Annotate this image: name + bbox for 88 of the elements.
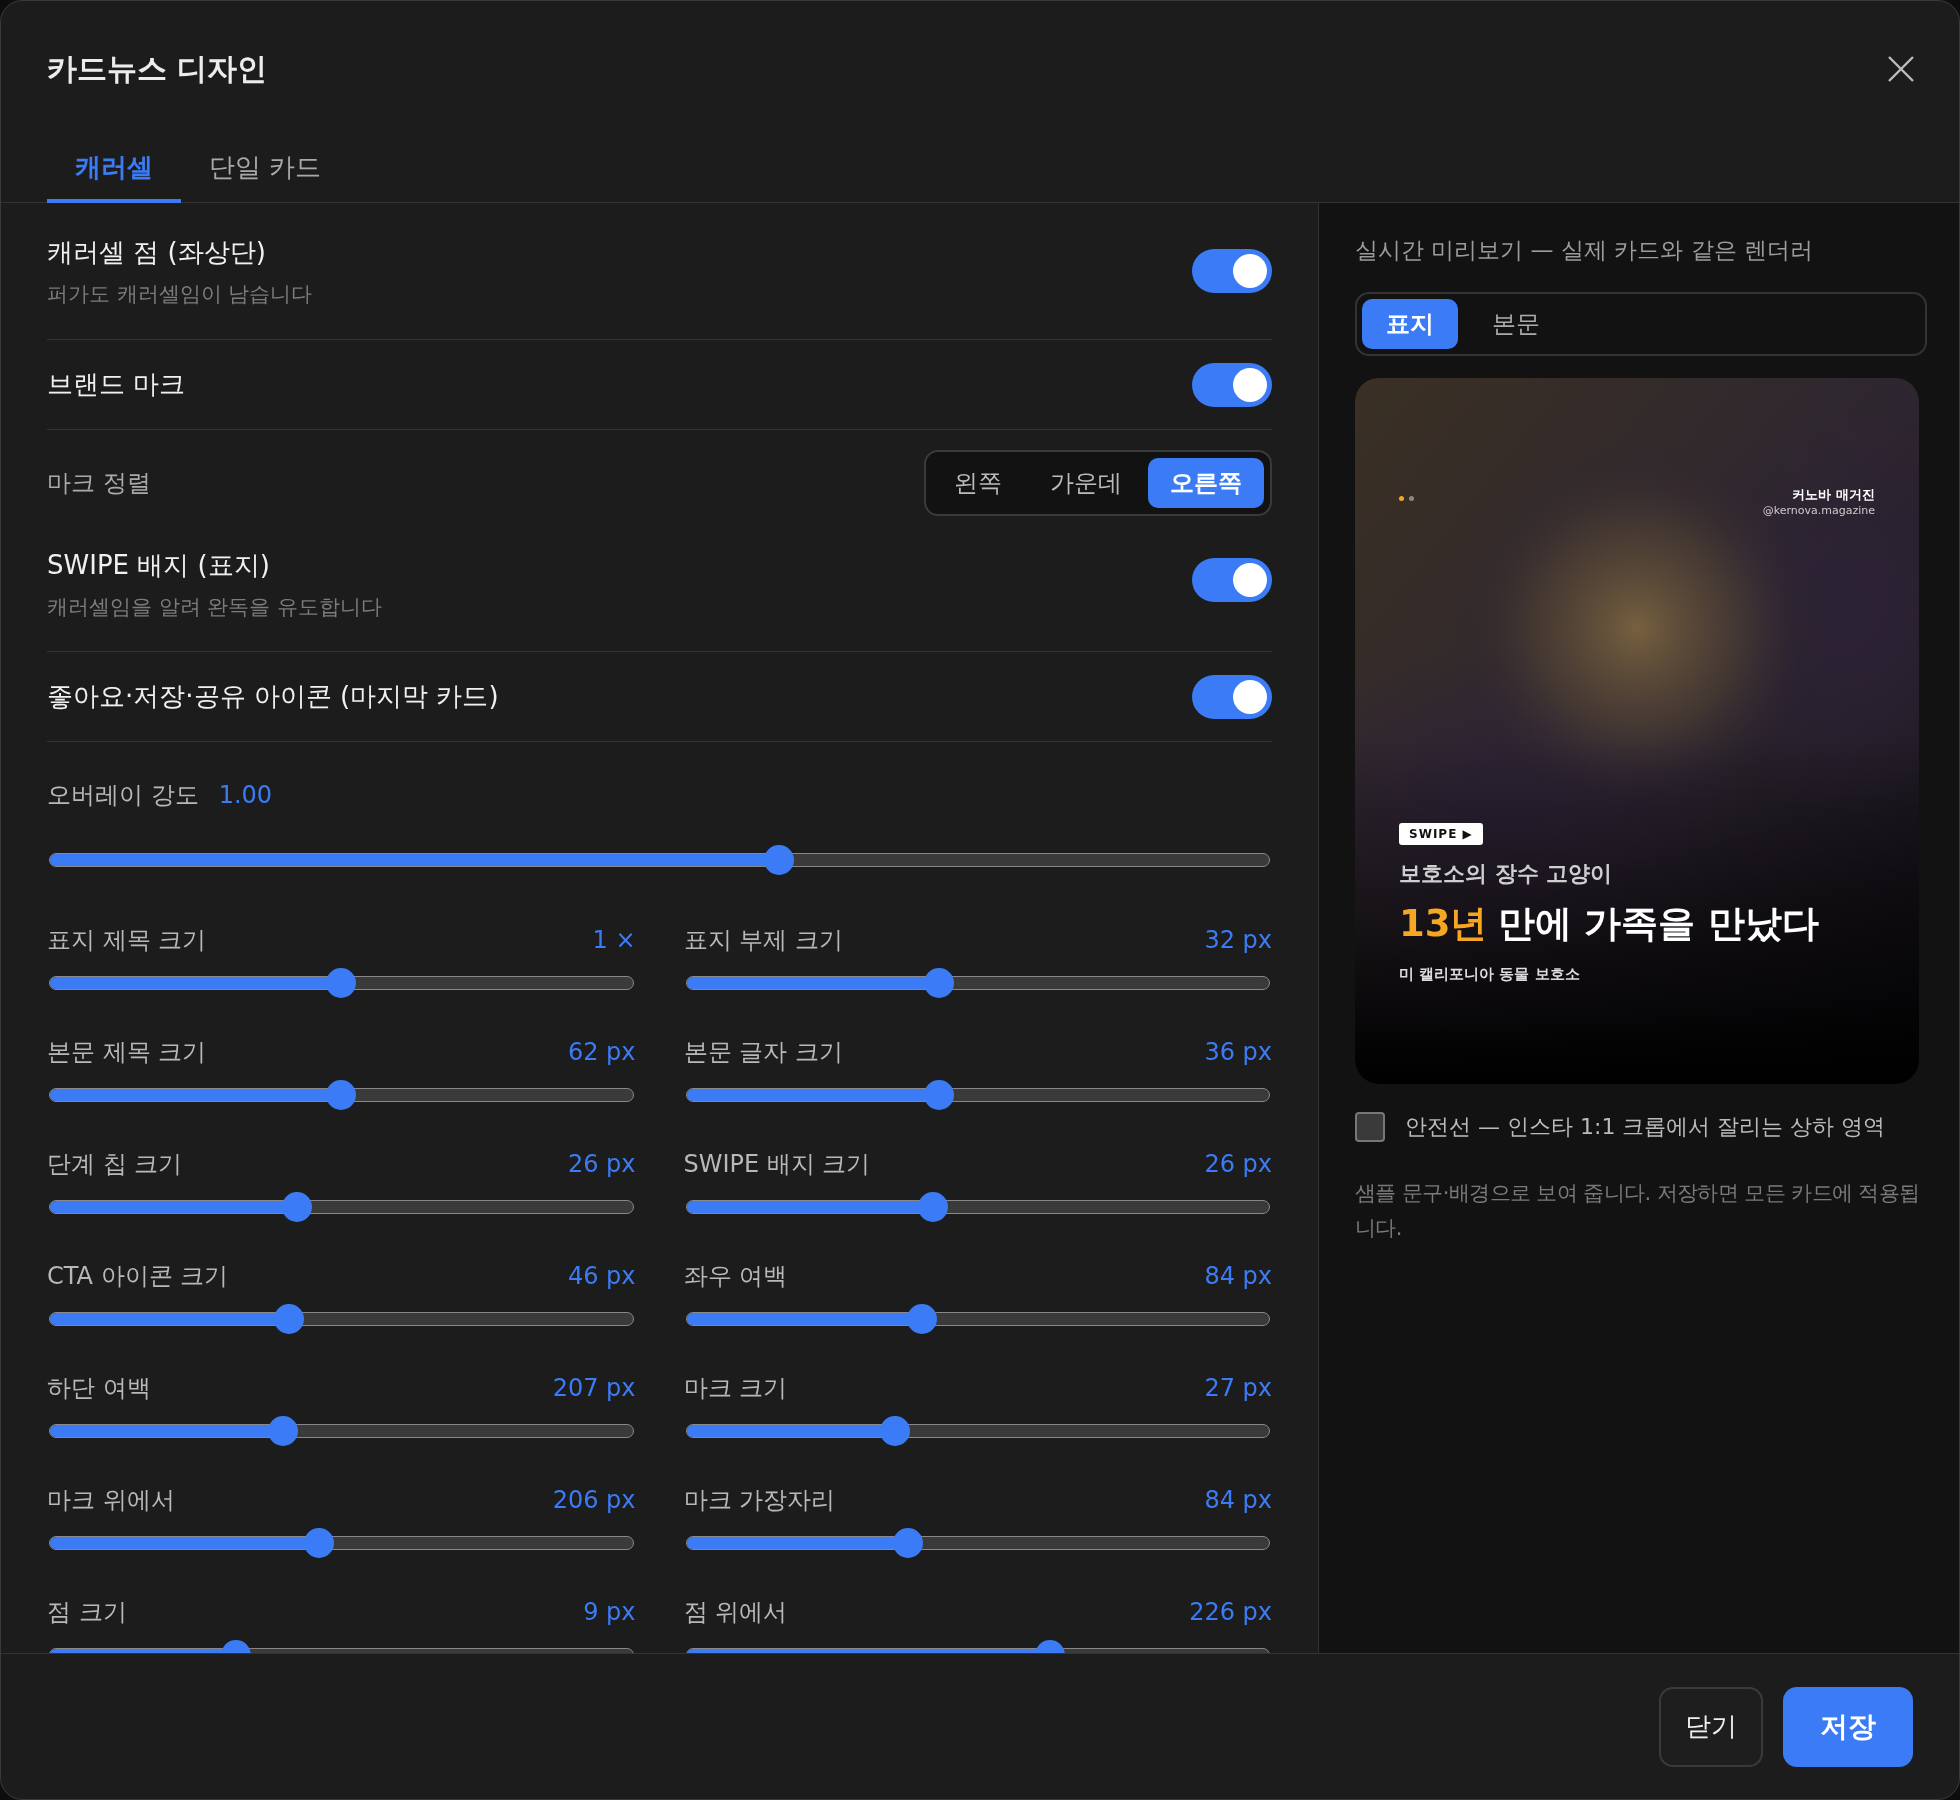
slider-value: 206 px: [552, 1485, 636, 1515]
segment-option[interactable]: 가운데: [1028, 458, 1144, 508]
toggle-switch[interactable]: [1192, 558, 1272, 602]
slider-label: 표지 부제 크기: [683, 925, 843, 955]
slider-value: 27 px: [1204, 1373, 1272, 1403]
slider[interactable]: [49, 1080, 634, 1110]
toggle-switch[interactable]: [1192, 249, 1272, 293]
slider-thumb[interactable]: [763, 845, 794, 875]
slider-label: 좌우 여백: [683, 1261, 788, 1291]
slider-value: 46 px: [567, 1261, 636, 1291]
slider[interactable]: [685, 1192, 1270, 1222]
preview-tab[interactable]: 표지: [1362, 299, 1458, 349]
setting-label: 브랜드 마크: [47, 368, 186, 401]
slider-value: 9 px: [583, 1597, 636, 1627]
slider[interactable]: [49, 845, 1270, 875]
slider-label: 단계 칩 크기: [47, 1149, 183, 1179]
slider-label: 오버레이 강도: [47, 780, 199, 810]
slider-thumb[interactable]: [893, 1528, 924, 1558]
toggle-switch[interactable]: [1192, 674, 1272, 719]
dialog-title: 카드뉴스 디자인: [47, 49, 268, 88]
slider[interactable]: [685, 1304, 1270, 1334]
setting-label: SWIPE 배지 (표지): [47, 549, 271, 582]
swipe-badge: SWIPE ▶: [1399, 823, 1483, 845]
tab[interactable]: 캐러셀: [47, 135, 181, 203]
slider[interactable]: [49, 1192, 634, 1222]
slider[interactable]: [49, 968, 634, 998]
slider[interactable]: [49, 1528, 634, 1558]
card-headline: 13년 만에 가족을 만났다: [1399, 901, 1821, 947]
setting-description: 캐러셀임을 알려 완독을 유도합니다: [47, 594, 383, 621]
brand-name: 커노바 매거진: [1791, 486, 1875, 504]
tab[interactable]: 단일 카드: [181, 135, 350, 203]
slider-value: 207 px: [552, 1373, 636, 1403]
slider[interactable]: [49, 1304, 634, 1334]
card-source: 미 캘리포니아 동물 보호소: [1399, 965, 1581, 984]
slider-label: SWIPE 배지 크기: [683, 1149, 871, 1179]
slider-label: 점 크기: [47, 1597, 127, 1627]
slider-value: 32 px: [1204, 925, 1272, 955]
slider[interactable]: [49, 1416, 634, 1446]
slider-thumb[interactable]: [923, 1080, 954, 1110]
slider-label: CTA 아이콘 크기: [47, 1261, 229, 1291]
card-subtitle: 보호소의 장수 고양이: [1399, 860, 1614, 888]
slider-label: 마크 가장자리: [683, 1485, 836, 1515]
slider-value: 62 px: [567, 1037, 636, 1067]
preview-caption: 실시간 미리보기 — 실제 카드와 같은 렌더러: [1355, 236, 1814, 265]
slider-thumb[interactable]: [923, 968, 954, 998]
slider-value: 1.00: [218, 780, 273, 810]
save-button[interactable]: 저장: [1783, 1686, 1913, 1767]
slider[interactable]: [685, 1528, 1270, 1558]
slider-label: 점 위에서: [683, 1597, 788, 1627]
brand-handle: @kernova.magazine: [1762, 504, 1875, 517]
slider-value: 36 px: [1204, 1037, 1272, 1067]
slider-value: 226 px: [1189, 1597, 1272, 1627]
slider-thumb[interactable]: [281, 1192, 312, 1222]
close-button[interactable]: [1887, 55, 1915, 83]
slider-thumb[interactable]: [326, 968, 357, 998]
slider-label: 마크 크기: [683, 1373, 788, 1403]
slider-label: 마크 위에서: [47, 1485, 175, 1515]
slider-thumb[interactable]: [268, 1416, 298, 1446]
close-text-button[interactable]: 닫기: [1659, 1686, 1763, 1767]
setting-label: 캐러셀 점 (좌상단): [47, 235, 267, 269]
checkbox-label: 안전선 — 인스타 1:1 크롭에서 잘리는 상하 영역: [1405, 1113, 1886, 1141]
preview-tab[interactable]: 본문: [1468, 299, 1564, 349]
slider-value: 84 px: [1204, 1485, 1272, 1515]
slider-thumb[interactable]: [907, 1304, 938, 1334]
setting-label: 마크 정렬: [47, 468, 151, 499]
toggle-switch[interactable]: [1192, 362, 1272, 407]
slider[interactable]: [685, 1416, 1270, 1446]
slider-thumb[interactable]: [304, 1528, 335, 1558]
setting-label: 좋아요·저장·공유 아이콘 (마지막 카드): [47, 680, 499, 713]
slider-label: 본문 제목 크기: [47, 1037, 207, 1067]
slider-label: 본문 글자 크기: [683, 1037, 843, 1067]
slider[interactable]: [685, 968, 1270, 998]
slider-value: 1 ×: [592, 925, 636, 955]
preview-note: 샘플 문구·배경으로 보여 줍니다. 저장하면 모든 카드에 적용됩니다.: [1355, 1180, 1921, 1242]
segment-option[interactable]: 왼쪽: [932, 458, 1024, 508]
slider-value: 26 px: [1204, 1149, 1272, 1179]
slider-label: 표지 제목 크기: [47, 925, 207, 955]
setting-description: 퍼가도 캐러셀임이 남습니다: [47, 280, 313, 308]
slider-thumb[interactable]: [879, 1416, 910, 1446]
slider-thumb[interactable]: [918, 1192, 949, 1222]
slider-thumb[interactable]: [326, 1080, 357, 1110]
slider[interactable]: [685, 1080, 1270, 1110]
slider-value: 26 px: [567, 1149, 636, 1179]
slider-value: 84 px: [1204, 1261, 1272, 1291]
checkbox[interactable]: [1355, 1112, 1385, 1142]
slider-label: 하단 여백: [47, 1373, 151, 1403]
segment-option[interactable]: 오른쪽: [1148, 458, 1264, 508]
slider-thumb[interactable]: [273, 1304, 304, 1334]
